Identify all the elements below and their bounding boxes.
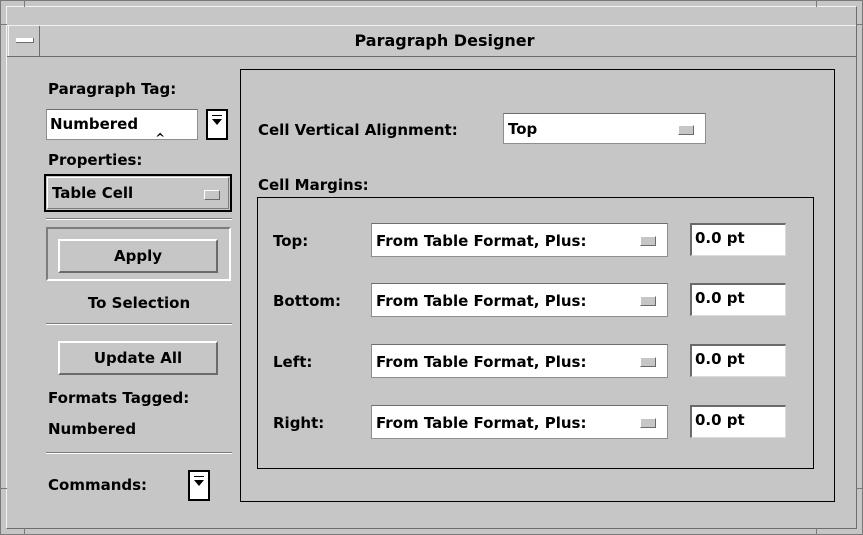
margin-top-label: Top: xyxy=(273,232,309,250)
resize-corner-left-bottom xyxy=(0,488,7,489)
text-cursor-icon: ‸ xyxy=(155,121,166,137)
paragraph-tag-label: Paragraph Tag: xyxy=(48,80,177,98)
window-menu-button[interactable] xyxy=(8,26,40,56)
commands-dropdown-button[interactable] xyxy=(188,470,210,501)
margin-top-input[interactable]: 0.0 pt xyxy=(690,223,786,256)
cell-vertical-alignment-value: Top xyxy=(508,120,538,138)
cell-vertical-alignment-select[interactable]: Top xyxy=(503,113,706,144)
option-menu-indicator-icon xyxy=(640,418,656,428)
dropdown-arrow-icon xyxy=(212,119,222,125)
option-menu-indicator-icon xyxy=(204,190,220,200)
formats-tagged-label: Formats Tagged: xyxy=(48,389,190,407)
window-menu-icon xyxy=(16,38,34,43)
resize-corner-top-left xyxy=(24,0,25,7)
margin-right-input[interactable]: 0.0 pt xyxy=(690,405,786,438)
margin-bottom-mode-value: From Table Format, Plus: xyxy=(376,292,587,310)
resize-corner-top-right xyxy=(816,0,817,7)
paragraph-tag-value: Numbered xyxy=(50,115,139,133)
cell-margins-label: Cell Margins: xyxy=(258,176,369,194)
update-all-button[interactable]: Update All xyxy=(58,341,218,375)
paragraph-tag-dropdown-button[interactable] xyxy=(206,109,228,140)
separator xyxy=(46,218,232,220)
formats-tagged-value: Numbered xyxy=(48,420,137,438)
apply-button[interactable]: Apply xyxy=(58,239,218,273)
update-all-button-label: Update All xyxy=(93,349,183,367)
resize-corner-right-bottom xyxy=(856,488,863,489)
resize-corner-bottom-right xyxy=(816,528,817,535)
apply-button-label: Apply xyxy=(113,247,162,265)
option-menu-indicator-icon xyxy=(640,236,656,246)
margin-bottom-value: 0.0 pt xyxy=(695,289,745,307)
margin-right-mode-value: From Table Format, Plus: xyxy=(376,414,587,432)
margin-left-mode-value: From Table Format, Plus: xyxy=(376,353,587,371)
separator xyxy=(46,323,232,325)
margin-right-mode-select[interactable]: From Table Format, Plus: xyxy=(371,405,668,439)
margin-top-mode-select[interactable]: From Table Format, Plus: xyxy=(371,223,668,257)
margin-right-value: 0.0 pt xyxy=(695,411,745,429)
margin-left-input[interactable]: 0.0 pt xyxy=(690,344,786,377)
dropdown-arrow-icon xyxy=(194,480,204,486)
margin-bottom-mode-select[interactable]: From Table Format, Plus: xyxy=(371,283,668,317)
resize-corner-left-top xyxy=(0,24,7,25)
resize-corner-bottom-left xyxy=(24,528,25,535)
cell-vertical-alignment-label: Cell Vertical Alignment: xyxy=(258,121,458,139)
margin-left-label: Left: xyxy=(273,353,313,371)
margin-top-mode-value: From Table Format, Plus: xyxy=(376,232,587,250)
resize-corner-right-top xyxy=(856,24,863,25)
window-title: Paragraph Designer xyxy=(354,31,535,50)
margin-right-label: Right: xyxy=(273,414,325,432)
margin-top-value: 0.0 pt xyxy=(695,229,745,247)
properties-label: Properties: xyxy=(48,151,143,169)
paragraph-tag-input[interactable]: Numbered ‸ xyxy=(46,109,198,140)
margin-bottom-input[interactable]: 0.0 pt xyxy=(690,283,786,316)
separator xyxy=(46,452,232,454)
properties-value: Table Cell xyxy=(52,184,134,202)
margin-left-mode-select[interactable]: From Table Format, Plus: xyxy=(371,344,668,378)
properties-select[interactable]: Table Cell xyxy=(47,177,229,209)
to-selection-label: To Selection xyxy=(87,294,191,312)
option-menu-indicator-icon xyxy=(640,296,656,306)
option-menu-indicator-icon xyxy=(640,357,656,367)
option-menu-indicator-icon xyxy=(678,125,694,135)
margin-left-value: 0.0 pt xyxy=(695,350,745,368)
commands-label: Commands: xyxy=(48,476,148,494)
margin-bottom-label: Bottom: xyxy=(273,292,342,310)
